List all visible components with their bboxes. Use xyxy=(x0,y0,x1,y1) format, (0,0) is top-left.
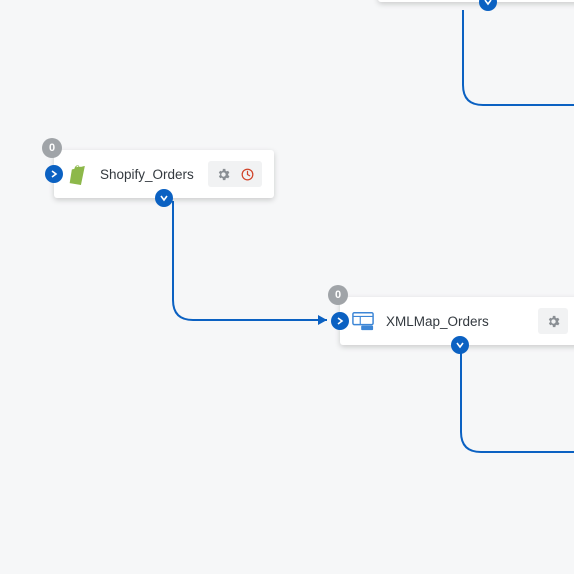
node-label: Shopify_Orders xyxy=(100,167,208,182)
port-input[interactable] xyxy=(331,312,349,330)
node-shopify-orders[interactable]: 0 Shopify_Orders xyxy=(54,150,274,198)
node-actions xyxy=(538,308,568,334)
gear-icon[interactable] xyxy=(544,312,562,330)
node-actions xyxy=(208,161,262,187)
xml-map-icon xyxy=(352,310,374,332)
gear-icon[interactable] xyxy=(214,165,232,183)
port-input[interactable] xyxy=(45,165,63,183)
count-badge: 0 xyxy=(328,285,348,305)
node-xmlmap-orders[interactable]: 0 XMLMap_Orders xyxy=(340,297,574,345)
node-label: XMLMap_Orders xyxy=(386,314,538,329)
shopify-icon xyxy=(66,163,88,185)
clock-alert-icon[interactable] xyxy=(238,165,256,183)
port-output[interactable] xyxy=(479,0,497,11)
port-output[interactable] xyxy=(451,336,469,354)
workflow-canvas[interactable]: 0 Shopify_Orders 0 xyxy=(0,0,574,574)
connector-layer xyxy=(0,0,574,574)
port-output[interactable] xyxy=(155,189,173,207)
count-badge: 0 xyxy=(42,138,62,158)
node-partial-top[interactable] xyxy=(378,0,574,2)
